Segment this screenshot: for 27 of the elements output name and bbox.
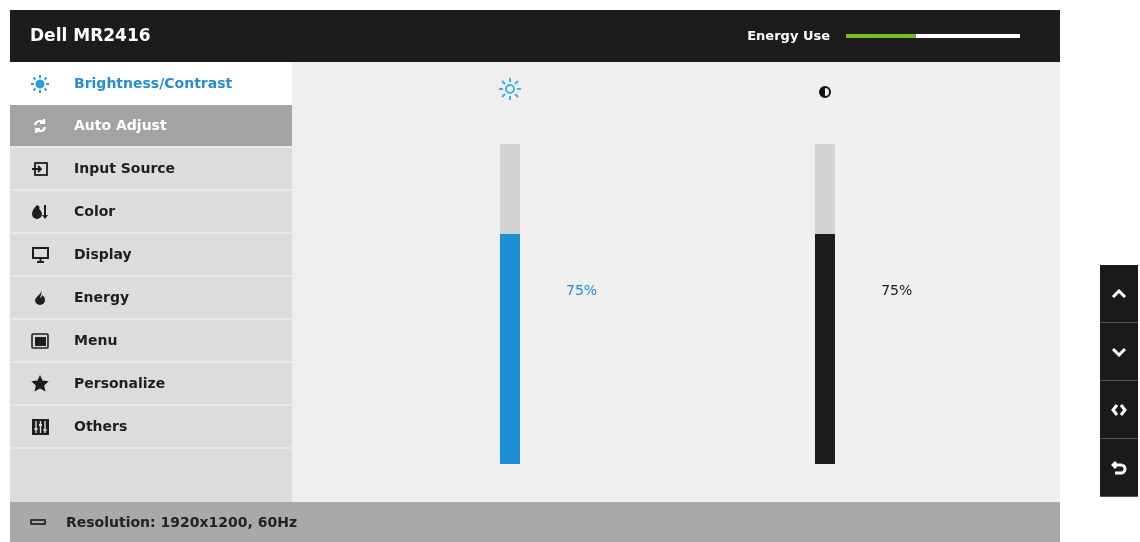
osd-button[interactable] xyxy=(1100,265,1138,323)
menu-icon xyxy=(31,332,49,349)
menu-item[interactable]: Brightness/Contrast xyxy=(10,62,292,105)
display-icon xyxy=(31,246,49,263)
refresh-icon xyxy=(32,117,48,134)
back-icon xyxy=(1111,459,1127,476)
connector-icon xyxy=(30,518,46,526)
osd-button[interactable] xyxy=(1100,381,1138,439)
contrast-icon xyxy=(819,86,832,98)
star-icon xyxy=(31,375,49,392)
sun-icon xyxy=(499,78,521,100)
slider-value: 75% xyxy=(566,281,598,300)
monitor-title: Dell MR2416 xyxy=(30,24,151,48)
left-right-icon xyxy=(1111,402,1127,417)
osd-button[interactable] xyxy=(1100,439,1138,497)
energy-use-label: Energy Use xyxy=(747,27,830,46)
chevron-up-icon xyxy=(1111,288,1127,299)
slider-track[interactable] xyxy=(500,144,520,464)
input-icon xyxy=(32,160,48,177)
chevron-down-icon xyxy=(1111,346,1127,357)
slider-track[interactable] xyxy=(815,144,836,464)
sun-icon xyxy=(31,74,49,93)
color-icon xyxy=(31,203,49,220)
slider-value: 75% xyxy=(881,281,913,300)
sliders-icon xyxy=(31,418,49,435)
status-text: Resolution: 1920x1200, 60Hz xyxy=(66,512,298,532)
osd-button[interactable] xyxy=(1100,323,1138,381)
